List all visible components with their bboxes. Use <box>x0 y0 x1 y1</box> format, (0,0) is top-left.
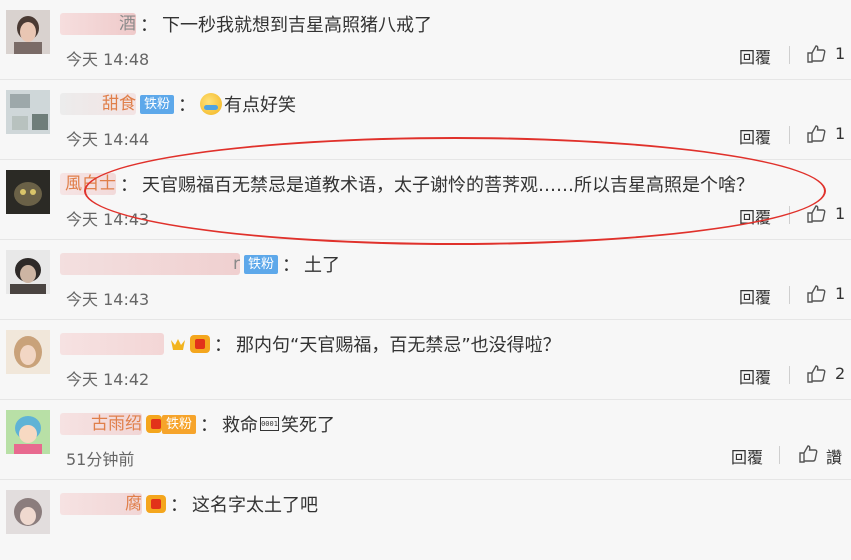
vip-badge-icon <box>146 415 162 433</box>
avatar[interactable] <box>6 410 50 454</box>
comment-text-continued: 笑死了 <box>281 415 336 436</box>
avatar[interactable] <box>6 490 50 534</box>
username-visible-part: 酒 <box>119 14 136 34</box>
avatar[interactable] <box>6 90 50 134</box>
thumbs-up-icon[interactable] <box>806 44 826 64</box>
divider <box>789 206 790 224</box>
comment-line: 腐 ： 这名字太土了吧 <box>60 489 318 519</box>
avatar[interactable] <box>6 10 50 54</box>
reply-button[interactable]: 回覆 <box>739 364 771 388</box>
colon: ： <box>120 175 138 196</box>
comment-time: 今天 14:43 <box>66 290 150 309</box>
reply-button[interactable]: 回覆 <box>739 44 771 68</box>
divider <box>779 446 780 464</box>
crown-icon <box>171 339 185 350</box>
comment-text: 天官赐福百无禁忌是道教术语，太子谢怜的菩荠观……所以吉星高照是个啥？ <box>142 175 754 196</box>
username-visible-part: 腐 <box>125 494 142 514</box>
avatar[interactable] <box>6 170 50 214</box>
username[interactable]: 古雨绍 <box>60 413 142 435</box>
comment-text: 有点好笑 <box>224 95 297 116</box>
divider <box>789 46 790 64</box>
comment-item: 甜食 铁粉 ： 有点好笑 今天 14:44 回覆 1 <box>0 80 851 160</box>
avatar[interactable] <box>6 330 50 374</box>
reply-button[interactable]: 回覆 <box>731 444 763 468</box>
vip-badge-icon <box>190 335 210 353</box>
comment-line: 甜食 铁粉 ： 有点好笑 <box>60 89 296 119</box>
like-label[interactable]: 讚 <box>826 444 842 468</box>
reply-button[interactable]: 回覆 <box>739 284 771 308</box>
like-count: 1 <box>835 284 846 303</box>
divider <box>789 366 790 384</box>
avatar[interactable] <box>6 250 50 294</box>
thumbs-up-icon[interactable] <box>806 204 826 224</box>
colon: ： <box>282 255 301 276</box>
comment-text: 这名字太土了吧 <box>192 495 318 516</box>
username-visible-part: 甜食 <box>102 94 136 114</box>
comment-item: 風白士 ： 天官赐福百无禁忌是道教术语，太子谢怜的菩荠观……所以吉星高照是个啥？… <box>0 160 851 240</box>
comment-line: 古雨绍 铁粉 ： 救命 0001 笑死了 <box>60 409 335 439</box>
fan-badge: 铁粉 <box>244 254 279 274</box>
thumbs-up-icon[interactable] <box>806 124 826 144</box>
colon: ： <box>140 15 158 36</box>
comment-line: 風白士 ： 天官赐福百无禁忌是道教术语，太子谢怜的菩荠观……所以吉星高照是个啥？ <box>60 169 754 199</box>
like-count: 1 <box>835 44 846 63</box>
comment-time: 今天 14:42 <box>66 370 150 389</box>
comment-line: ： 那内句“天官赐福，百无禁忌”也没得啦？ <box>60 329 561 359</box>
comment-line: r 铁粉 ： 土了 <box>60 249 340 279</box>
colon: ： <box>200 415 219 436</box>
fan-badge: 铁粉 <box>162 414 197 434</box>
like-count: 1 <box>835 204 846 223</box>
username[interactable]: 甜食 <box>60 93 136 115</box>
comment-item: 古雨绍 铁粉 ： 救命 0001 笑死了 51分钟前 回覆 讚 <box>0 400 851 480</box>
colon: ： <box>170 495 188 516</box>
unknown-glyph-box: 0001 <box>260 417 280 431</box>
reply-button[interactable]: 回覆 <box>739 204 771 228</box>
comment-list: 酒 ： 下一秒我就想到吉星高照猪八戒了 今天 14:48 回覆 1 甜食 铁粉 … <box>0 0 851 560</box>
username[interactable]: r <box>60 253 240 275</box>
username-visible-part: 古雨绍 <box>91 414 142 434</box>
comment-line: 酒 ： 下一秒我就想到吉星高照猪八戒了 <box>60 9 432 39</box>
thumbs-up-icon[interactable] <box>806 284 826 304</box>
like-count: 1 <box>835 124 846 143</box>
laughing-crying-emoji-icon <box>200 93 223 115</box>
colon: ： <box>214 335 232 356</box>
like-count: 2 <box>835 364 846 383</box>
username[interactable]: 風白士 <box>60 173 116 195</box>
colon: ： <box>178 95 197 116</box>
reply-button[interactable]: 回覆 <box>739 124 771 148</box>
comment-text: 那内句“天官赐福，百无禁忌”也没得啦？ <box>236 335 561 356</box>
username-visible-part: r <box>233 254 240 274</box>
fan-badge: 铁粉 <box>140 94 175 114</box>
comment-time: 今天 14:44 <box>66 130 150 149</box>
comment-text: 救命 <box>222 415 259 436</box>
divider <box>789 126 790 144</box>
username[interactable] <box>60 333 164 355</box>
divider <box>789 286 790 304</box>
comment-item: 酒 ： 下一秒我就想到吉星高照猪八戒了 今天 14:48 回覆 1 <box>0 0 851 80</box>
username[interactable]: 腐 <box>60 493 142 515</box>
thumbs-up-icon[interactable] <box>798 444 818 464</box>
comment-item: r 铁粉 ： 土了 今天 14:43 回覆 1 <box>0 240 851 320</box>
comment-time: 今天 14:43 <box>66 210 150 229</box>
comment-text: 土了 <box>304 255 341 276</box>
username[interactable]: 酒 <box>60 13 136 35</box>
username-visible-part: 風白士 <box>65 174 116 194</box>
comment-item: 腐 ： 这名字太土了吧 <box>0 480 851 560</box>
vip-badge-icon <box>146 495 166 513</box>
thumbs-up-icon[interactable] <box>806 364 826 384</box>
comment-item: ： 那内句“天官赐福，百无禁忌”也没得啦？ 今天 14:42 回覆 2 <box>0 320 851 400</box>
comment-time: 今天 14:48 <box>66 50 150 69</box>
comment-time: 51分钟前 <box>66 450 135 469</box>
comment-text: 下一秒我就想到吉星高照猪八戒了 <box>162 15 432 36</box>
